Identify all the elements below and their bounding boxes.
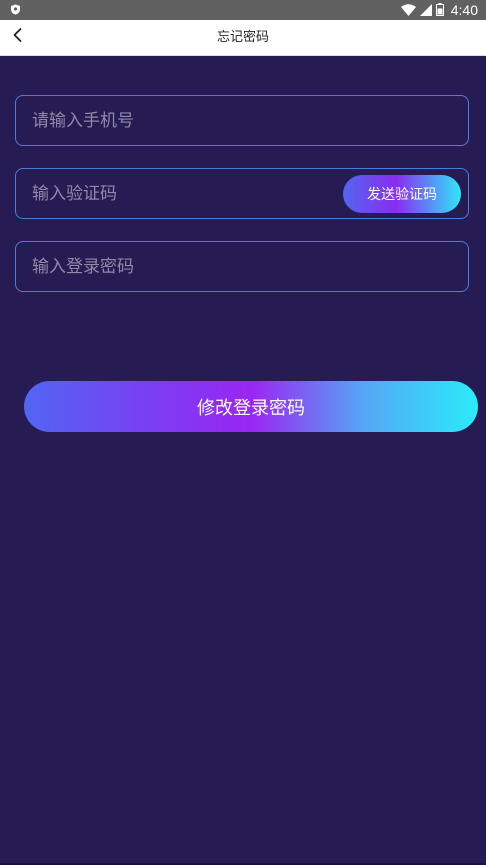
password-input[interactable] — [32, 242, 332, 291]
status-time: 4:40 — [450, 2, 478, 18]
signal-icon — [419, 1, 432, 20]
verification-code-input[interactable] — [32, 169, 332, 218]
page-title: 忘记密码 — [216, 30, 269, 45]
status-bar: 4:40 — [0, 0, 486, 20]
battery-icon — [435, 1, 444, 20]
wifi-icon — [400, 1, 416, 20]
back-button[interactable] — [6, 25, 30, 49]
shield-icon — [10, 4, 21, 15]
phone-input[interactable] — [32, 96, 332, 145]
password-field — [15, 241, 469, 292]
phone-field — [15, 95, 469, 146]
verification-code-field: 发送验证码 — [15, 168, 469, 219]
status-icons: 4:40 — [400, 0, 478, 20]
chevron-left-icon — [11, 27, 25, 47]
change-password-button[interactable]: 修改登录密码 — [24, 381, 478, 432]
app-bar: 忘记密码 — [0, 20, 486, 56]
send-code-button[interactable]: 发送验证码 — [343, 175, 461, 213]
